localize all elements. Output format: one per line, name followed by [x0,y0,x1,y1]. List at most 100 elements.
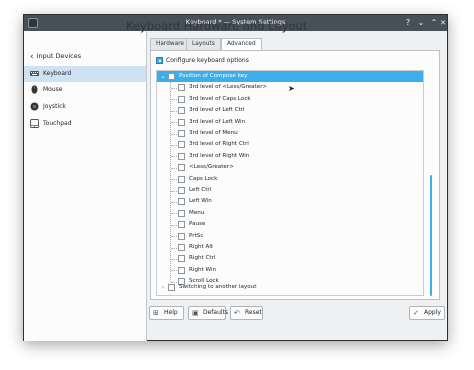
checkbox[interactable] [156,57,163,64]
tree-option-label: <Less/Greater> [189,164,234,171]
tree-option-label: Caps Lock [189,175,218,182]
tree-option-label: Left Ctrl [189,187,212,193]
tree-option-row[interactable]: Pause [157,219,423,230]
defaults-icon: ▣ [192,309,199,317]
touchpad-icon [30,119,39,128]
tree-guide-branch [171,258,177,260]
help-icon: ⊞ [153,309,159,317]
checkbox[interactable] [178,255,185,263]
defaults-button-label: Defaults [203,309,229,316]
tree-option-label: Right Alt [189,244,214,250]
tree-option-row[interactable]: 3rd level of Right Ctrl [157,139,423,150]
help-icon[interactable]: ? [402,17,414,29]
checkbox[interactable] [178,244,185,251]
check-icon: ✓ [413,309,419,317]
joystick-icon [30,102,39,111]
checkbox[interactable] [178,164,185,172]
checkbox[interactable] [178,118,185,126]
apply-button-label: Apply [424,309,441,316]
defaults-button[interactable]: ▣ Defaults [188,306,229,320]
tree-option-row[interactable]: PrtSc [157,231,423,242]
checkbox[interactable] [168,284,175,291]
tree-option-label: 3rd level of <Less/Greater> [189,84,268,91]
tree-option-row[interactable]: 3rd level of Caps Lock [157,94,423,105]
sidebar-item-joystick[interactable]: Joystick [24,99,146,115]
tree-option-label: PrtSc [189,232,204,239]
tree-option-label: 3rd level of Right Ctrl [189,141,249,148]
tree-option-row[interactable]: Caps Lock [157,174,423,185]
chevron-down-icon[interactable]: ⌄ [159,71,167,82]
tree-guide-branch [171,156,177,158]
tree-option-row[interactable]: Right Ctrl [157,253,423,264]
tree-group-switching[interactable]: › Switching to another layout [157,282,423,293]
keyboard-icon [30,71,39,76]
tree-option-row[interactable]: Right Alt [157,242,423,253]
mouse-icon [31,85,38,94]
checkbox[interactable] [178,152,185,160]
tree-option-row[interactable]: Left Win [157,196,423,207]
tree-option-row[interactable]: Right Win [157,265,423,276]
configure-options-label: Configure keyboard options [166,57,249,64]
checkbox[interactable] [178,107,185,115]
tree-option-label: 3rd level of Caps Lock [189,95,251,102]
checkbox[interactable] [178,187,185,194]
options-tree[interactable]: ⌄ Position of Compose key 3rd level of <… [156,70,424,296]
tree-option-label: 3rd level of Right Win [189,152,250,159]
checkbox[interactable] [178,266,185,274]
checkbox[interactable] [178,232,185,240]
sidebar-item-keyboard[interactable]: Keyboard [24,66,146,82]
chevron-left-icon: ‹ [30,52,34,62]
sidebar-item-mouse[interactable]: Mouse [24,82,146,98]
checkbox[interactable] [178,95,185,103]
tree-option-row[interactable]: 3rd level of Right Win [157,151,423,162]
sidebar-item-label: Mouse [43,86,63,93]
tree-option-label: 3rd level of Menu [189,130,238,136]
tree-guide-branch [171,144,177,146]
tree-option-row[interactable]: Left Ctrl [157,185,423,196]
tree-guide-branch [171,224,177,226]
sidebar-item-label: Joystick [43,103,66,110]
checkbox[interactable] [178,141,185,149]
sidebar-item-touchpad[interactable]: Touchpad [24,116,146,132]
tree-option-row[interactable]: 3rd level of Left Win [157,117,423,128]
close-icon[interactable]: ✕ [437,17,449,29]
scrollbar-thumb[interactable] [430,175,432,296]
back-button[interactable]: ‹ Input Devices [30,51,82,62]
tree-guide-branch [171,190,177,192]
tree-group-label: Position of Compose key [179,73,248,79]
checkbox[interactable] [178,84,185,92]
mouse-cursor-icon: ➤ [288,84,295,93]
tree-guide-branch [171,213,177,215]
checkbox[interactable] [178,175,185,183]
tree-option-label: Right Win [189,266,217,273]
reset-button-label: Reset [245,309,262,316]
chevron-right-icon[interactable]: › [159,282,167,293]
minimize-icon[interactable]: ⌄ [415,17,427,29]
tab-hardware[interactable]: Hardware [150,38,190,50]
tree-guide-branch [171,122,177,124]
tab-layouts[interactable]: Layouts [186,38,221,50]
checkbox[interactable] [178,130,185,137]
tree-option-row[interactable]: Menu [157,208,423,219]
page-title: Keyboard Hardware and Layout [126,19,308,33]
help-button-label: Help [164,309,178,316]
tree-guide-branch [171,110,177,112]
sidebar: ‹ Input Devices Keyboard Mouse Joystick T… [24,31,147,341]
tree-guide-branch [171,201,177,203]
back-label: Input Devices [36,52,82,60]
checkbox[interactable] [178,209,185,217]
checkbox[interactable] [178,221,185,229]
tree-option-row[interactable]: 3rd level of Menu [157,128,423,139]
tree-option-row[interactable]: 3rd level of Left Ctrl [157,105,423,116]
configure-options-checkbox[interactable]: Configure keyboard options [156,57,249,64]
tree-option-label: Left Win [189,198,212,205]
tree-guide-branch [171,167,177,169]
apply-button[interactable]: ✓ Apply [409,306,445,320]
reset-button[interactable]: ↶ Reset [230,306,263,320]
tree-group-compose-key[interactable]: ⌄ Position of Compose key [157,71,423,83]
tree-guide-branch [171,247,177,249]
tree-option-row[interactable]: <Less/Greater> [157,162,423,173]
checkbox[interactable] [178,198,185,206]
checkbox[interactable] [168,73,175,80]
help-button[interactable]: ⊞ Help [149,306,184,320]
